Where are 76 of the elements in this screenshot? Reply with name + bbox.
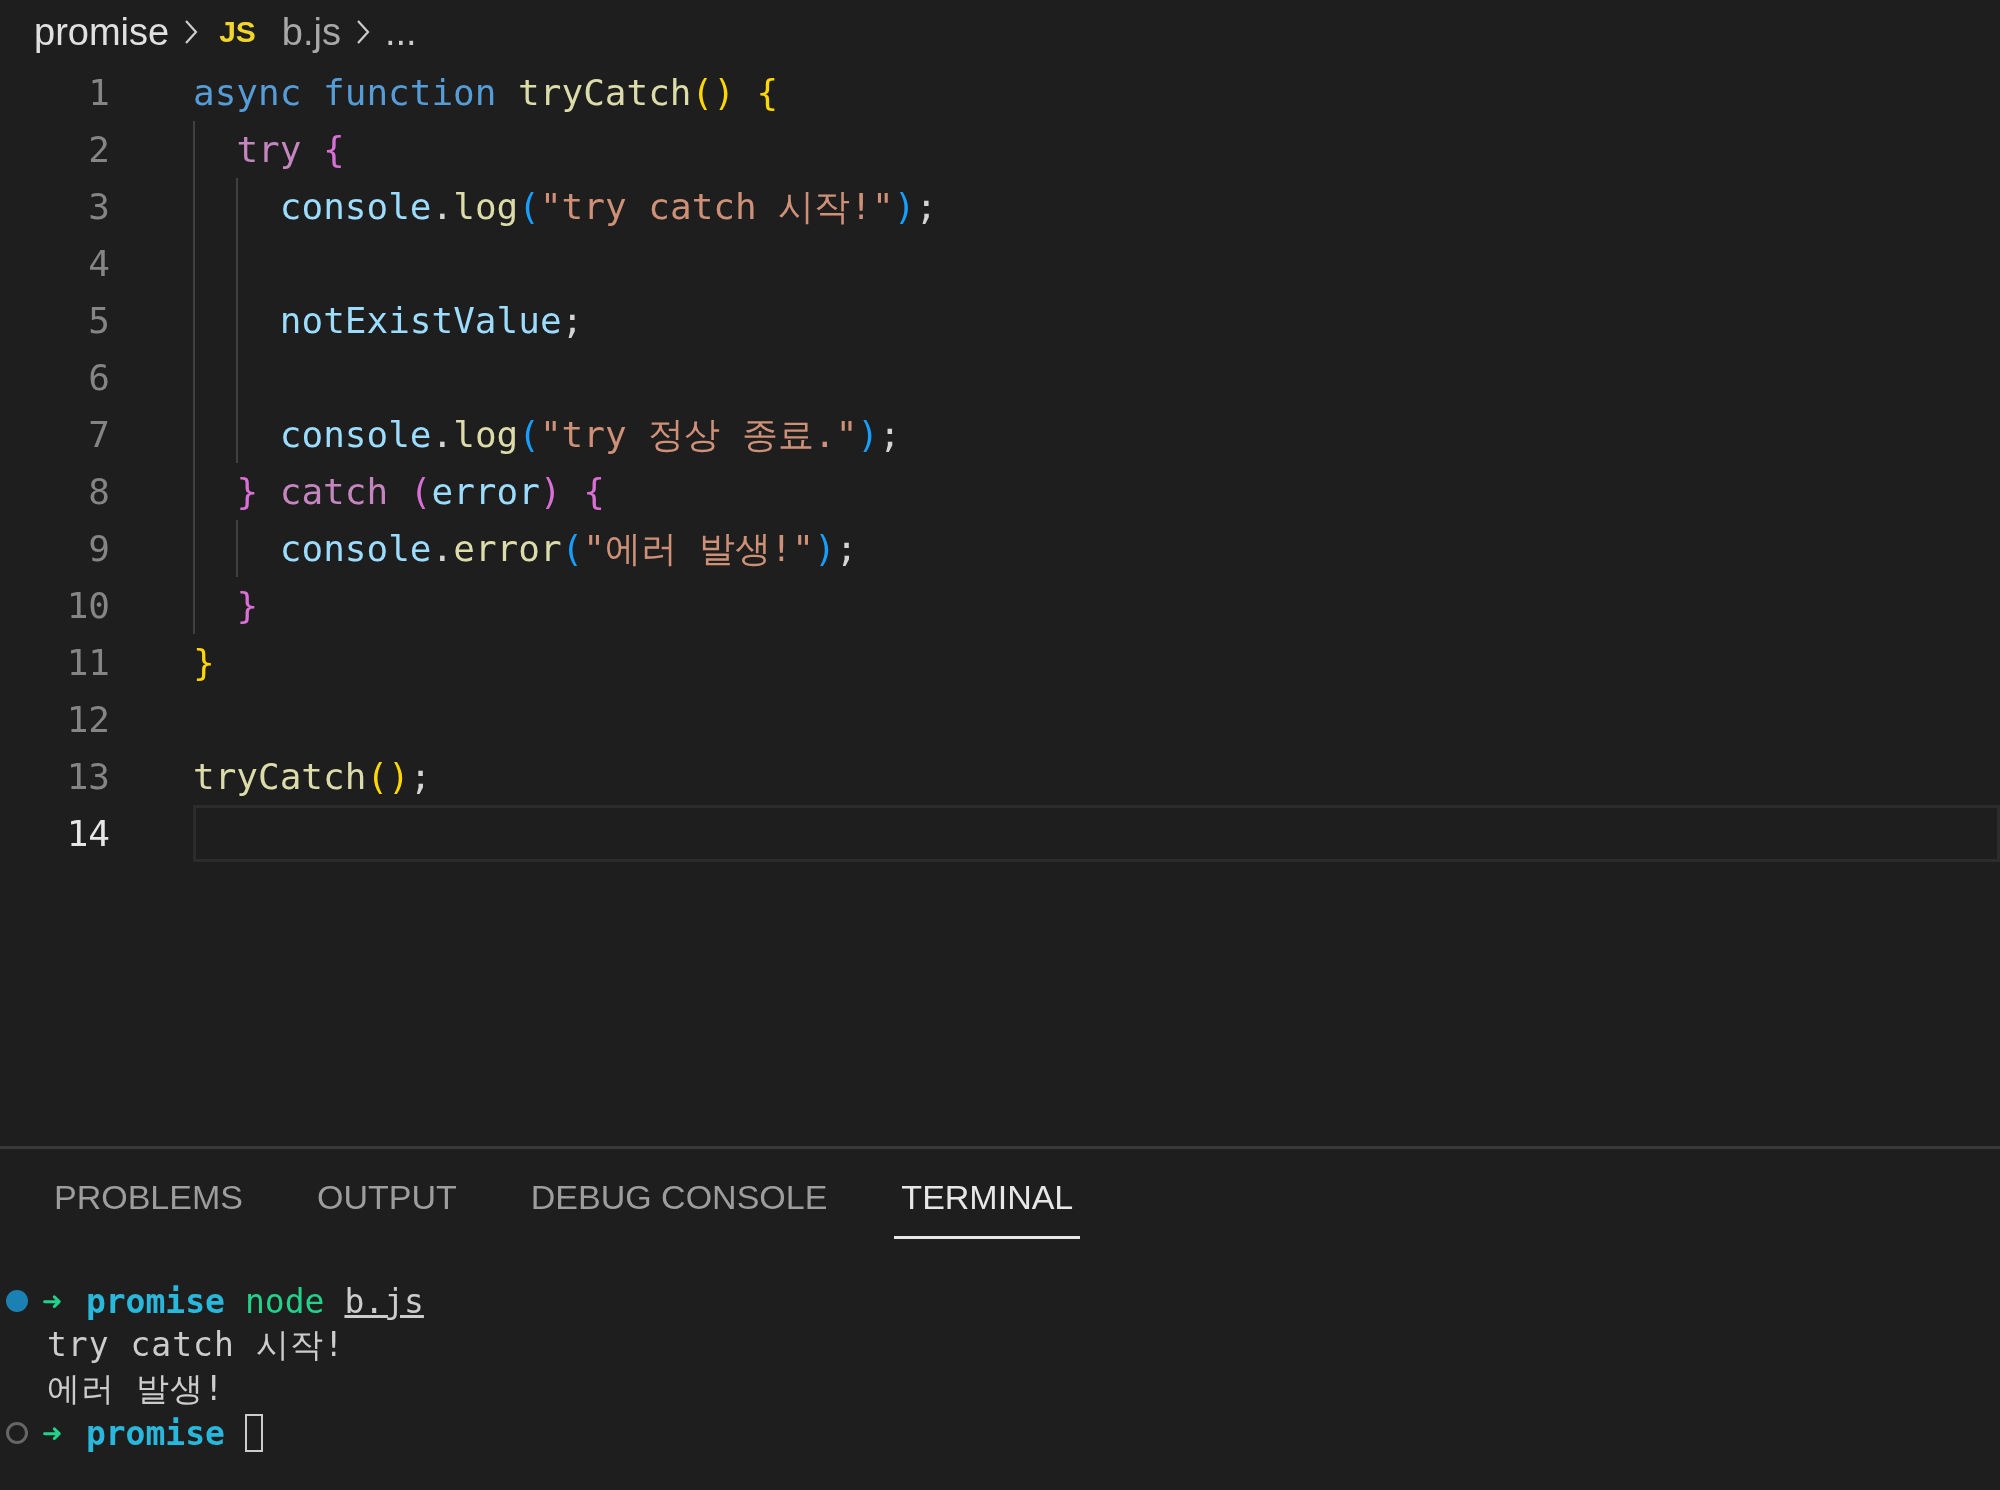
code-token: ;	[879, 413, 901, 457]
line-number: 13	[65, 756, 110, 797]
code-token: ;	[835, 527, 858, 571]
success-status-dot	[6, 1290, 28, 1312]
code-token: .	[431, 413, 454, 457]
code-token: )	[813, 527, 836, 571]
breadcrumb-file[interactable]: b.js	[281, 10, 341, 54]
line-number: 14	[65, 813, 110, 854]
js-file-icon: JS	[219, 15, 256, 49]
code-token: }	[236, 470, 259, 514]
code-token: ;	[915, 185, 938, 229]
terminal-output: try catch 시작!	[47, 1323, 345, 1366]
panel-tab[interactable]: TERMINAL	[894, 1173, 1081, 1239]
code-token: )	[893, 185, 916, 229]
code-token: }	[193, 641, 215, 685]
code-token: (	[518, 185, 540, 229]
code-token: log	[453, 413, 519, 457]
line-number: 11	[65, 642, 110, 683]
code-token: )	[539, 470, 562, 514]
code-token: {	[323, 128, 345, 172]
code-token: "try 정상 종료."	[539, 413, 858, 457]
code-token: {	[583, 470, 605, 514]
code-token: (	[409, 470, 432, 514]
code-token: ;	[561, 299, 584, 343]
idle-status-dot	[6, 1422, 28, 1444]
line-number: 8	[87, 471, 110, 512]
code-token: tryCatch	[518, 71, 692, 115]
line-number: 2	[87, 129, 110, 170]
breadcrumb-folder[interactable]: promise	[34, 10, 170, 54]
code-token: ()	[691, 71, 735, 115]
panel-tab[interactable]: DEBUG CONSOLE	[523, 1173, 835, 1239]
code-token: }	[236, 584, 259, 628]
terminal-command: node	[244, 1281, 325, 1321]
code-token: {	[756, 71, 779, 115]
line-number: 4	[87, 243, 110, 284]
code-token: "에러 발생!"	[583, 527, 814, 571]
line-number: 3	[87, 186, 110, 227]
terminal-cursor	[244, 1414, 263, 1452]
code-token: "try catch 시작!"	[539, 185, 894, 229]
panel-tab[interactable]: OUTPUT	[309, 1173, 464, 1239]
code-token: try	[236, 128, 302, 172]
panel-tab[interactable]: PROBLEMS	[47, 1173, 250, 1239]
line-number: 7	[87, 414, 110, 455]
chevron-icon	[355, 18, 371, 46]
prompt-arrow: ➜	[42, 1413, 62, 1453]
code-token: function	[323, 71, 497, 115]
line-number: 5	[87, 300, 110, 341]
breadcrumb-more[interactable]: ...	[385, 10, 417, 54]
code-token: (	[518, 413, 540, 457]
code-token: error	[453, 527, 562, 571]
code-token: ()	[366, 755, 410, 799]
line-number: 12	[65, 699, 110, 740]
prompt-directory: promise	[85, 1281, 225, 1321]
line-number: 6	[87, 357, 110, 398]
line-number: 1	[87, 72, 110, 113]
code-token: console	[279, 413, 432, 457]
line-number: 9	[87, 528, 110, 569]
code-token: .	[431, 527, 454, 571]
code-token: ;	[409, 755, 432, 799]
code-token: log	[453, 185, 519, 229]
code-token: (	[561, 527, 584, 571]
terminal-output: 에러 발생!	[47, 1367, 225, 1410]
chevron-icon	[183, 18, 200, 46]
code-token: notExistValue	[279, 299, 562, 343]
terminal-file-link[interactable]: b.js	[344, 1281, 424, 1321]
code-token: console	[279, 185, 432, 229]
code-token: catch	[279, 470, 389, 514]
prompt-directory: promise	[85, 1413, 225, 1453]
code-token: console	[279, 527, 432, 571]
line-number: 10	[65, 585, 110, 626]
code-token: )	[857, 413, 879, 457]
code-token: async	[193, 71, 302, 115]
code-token: error	[431, 470, 540, 514]
prompt-arrow: ➜	[42, 1281, 62, 1321]
code-token: .	[431, 185, 454, 229]
code-token: tryCatch	[193, 755, 367, 799]
